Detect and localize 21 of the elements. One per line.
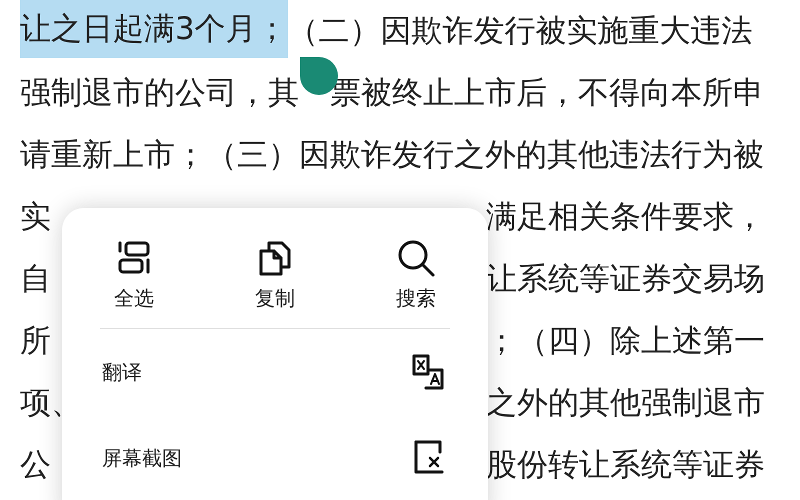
selected-text: 让之日起满3个月； <box>20 0 288 58</box>
menu-item[interactable]: 屏幕截图 <box>102 415 448 500</box>
body-text: ；（四）除上述第一 <box>486 322 765 361</box>
body-text: 请重新上市；（三）因欺诈发行之外的其他违法行为被 <box>20 136 764 175</box>
body-text: 自 <box>20 260 51 299</box>
search-icon <box>396 238 436 278</box>
menu-action-button[interactable]: 搜索 <box>384 238 448 312</box>
body-text: 之外的其他强制退市 <box>486 384 765 423</box>
body-text: 公 <box>20 446 51 485</box>
menu-action-button[interactable]: 全选 <box>102 238 166 312</box>
body-text: 满足相关条件要求， <box>486 198 765 237</box>
body-text: 强制退市的公司，其 <box>20 74 299 113</box>
body-text: 让系统等证券交易场 <box>486 260 765 299</box>
body-text: 票被终止上市后，不得向本所申 <box>330 74 764 113</box>
body-text: 实 <box>20 198 51 237</box>
body-text: 股份转让系统等证券 <box>486 446 765 485</box>
body-text: （二）因欺诈发行被实施重大违法 <box>288 12 753 51</box>
body-text: 项、 <box>20 384 82 423</box>
body-text: 所 <box>20 322 51 361</box>
menu-action-button[interactable]: 复制 <box>243 238 307 312</box>
menu-item[interactable]: 翻译 <box>102 329 448 415</box>
